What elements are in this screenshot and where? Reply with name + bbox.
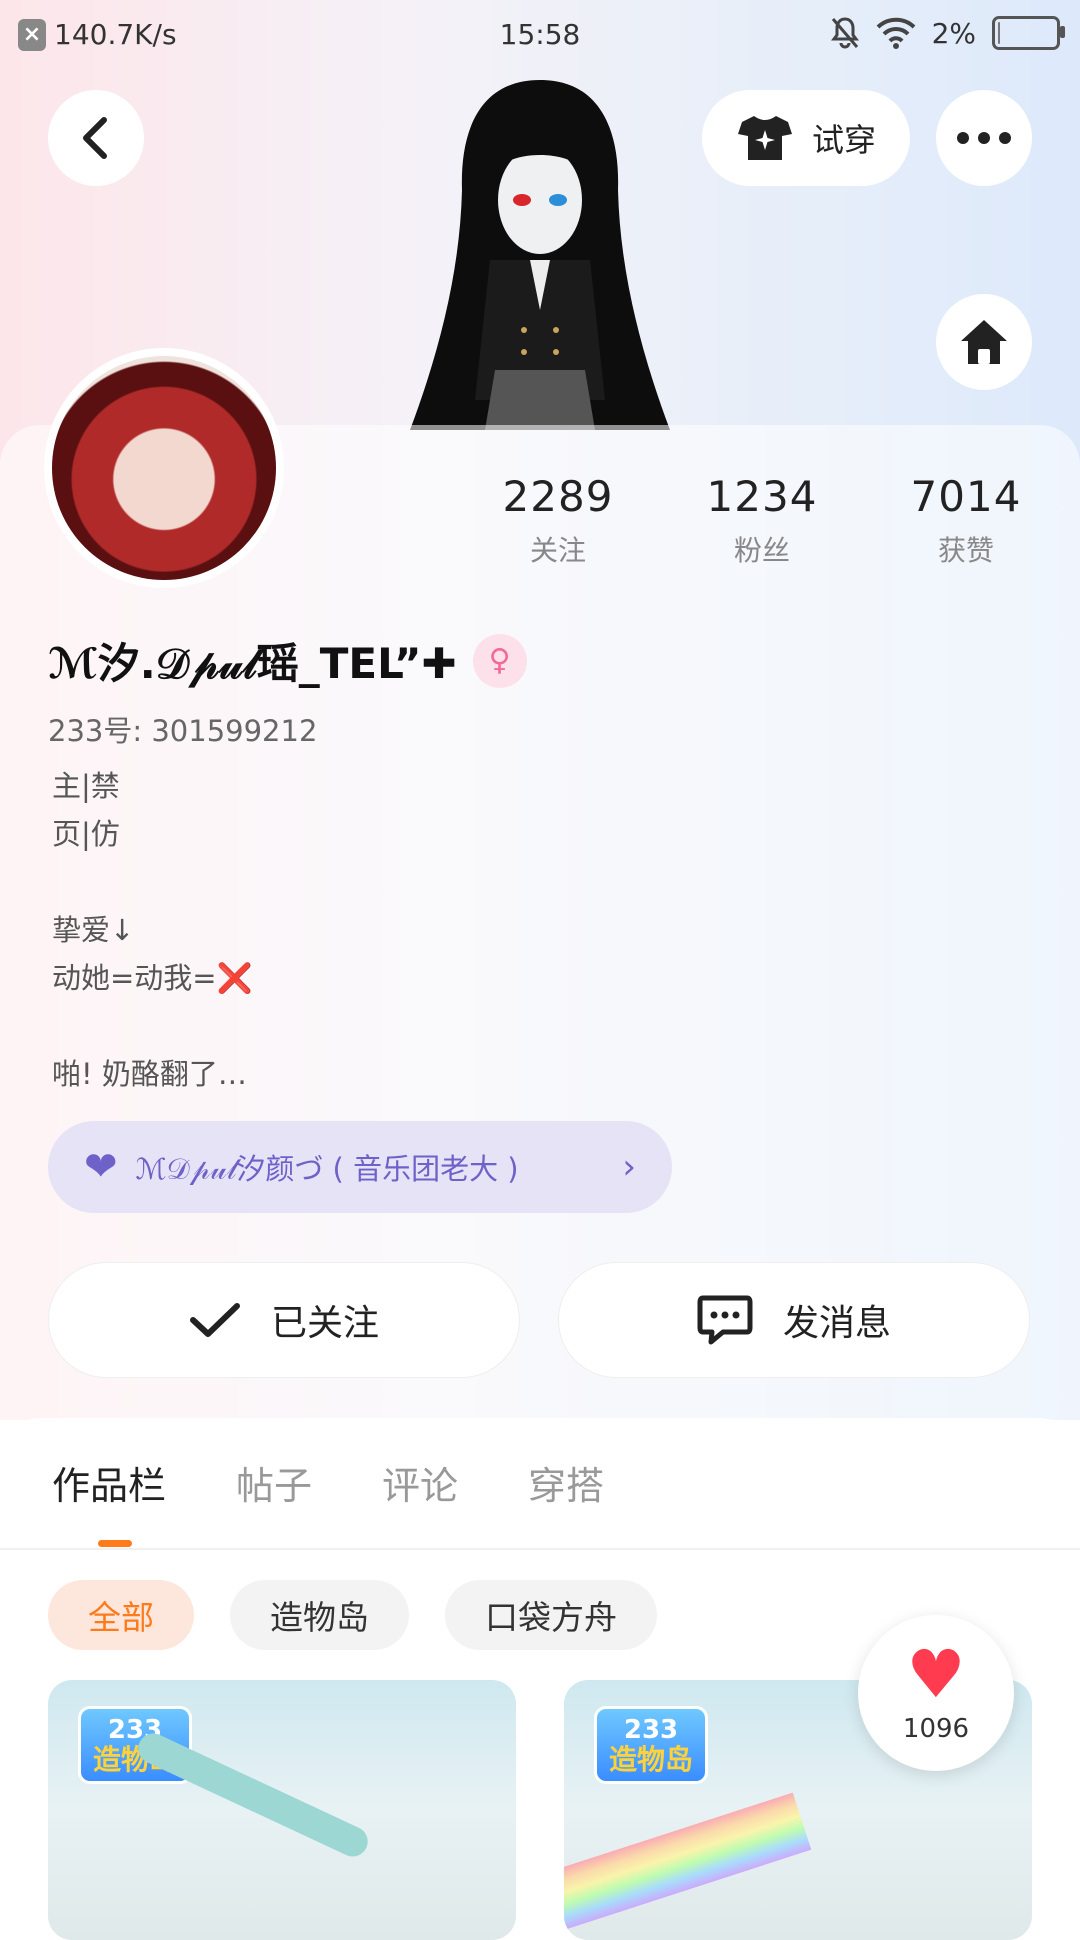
following-label: 关注: [529, 534, 586, 567]
filter-creation-island[interactable]: 造物岛: [230, 1580, 409, 1650]
game-track: [133, 1728, 373, 1862]
double-heart-icon: ❤: [84, 1144, 118, 1190]
filter-pocket-ark[interactable]: 口袋方舟: [445, 1580, 657, 1650]
like-button[interactable]: ♥ 1096: [858, 1615, 1014, 1771]
battery-fill: [998, 22, 1000, 44]
more-dots-icon: [957, 132, 1011, 144]
home-icon: [961, 320, 1007, 364]
game-logo-number: 233: [623, 1715, 679, 1745]
rainbow-track: [564, 1792, 812, 1930]
followed-label: 已关注: [270, 1303, 379, 1344]
stat-followers[interactable]: 1234 粉丝: [682, 472, 842, 569]
mute-bell-icon: [830, 17, 859, 49]
stat-likes[interactable]: 7014 获赞: [886, 472, 1046, 569]
chevron-left-icon: [83, 117, 107, 159]
home-button[interactable]: [936, 294, 1032, 390]
tab-works[interactable]: 作品栏: [52, 1455, 166, 1510]
stat-following[interactable]: 2289 关注: [478, 472, 638, 569]
more-button[interactable]: [936, 90, 1032, 186]
filter-chips: 全部 造物岛 口袋方舟: [48, 1580, 657, 1650]
try-on-label: 试穿: [811, 121, 876, 159]
message-button[interactable]: 发消息: [558, 1262, 1030, 1378]
tab-outfits[interactable]: 穿搭: [528, 1455, 604, 1510]
nickname-row: ℳ汐.𝒟𝓅𝓊𝓁瑶_TEL”✚ ♀: [48, 630, 527, 691]
game-logo-title: 造物岛: [609, 1743, 694, 1776]
nickname: ℳ汐.𝒟𝓅𝓊𝓁瑶_TEL”✚: [48, 639, 457, 688]
tab-comments[interactable]: 评论: [382, 1455, 458, 1510]
game-logo: 233 造物岛: [594, 1706, 709, 1784]
battery-percent: 2%: [931, 16, 976, 50]
tab-indicator: [98, 1540, 132, 1547]
back-button[interactable]: [48, 90, 144, 186]
tabs-divider: [0, 1548, 1080, 1550]
shirt-sparkle-icon: [737, 116, 792, 160]
content-tabs: 作品栏 帖子 评论 穿搭: [52, 1455, 604, 1510]
battery-icon: [992, 16, 1065, 50]
wifi-icon: [876, 17, 915, 49]
followers-label: 粉丝: [733, 534, 790, 567]
user-id: 233号: 301599212: [48, 714, 318, 748]
try-on-button[interactable]: 试穿: [702, 90, 910, 186]
likes-label: 获赞: [937, 534, 994, 567]
followers-count: 1234: [706, 472, 818, 521]
female-gender-icon: ♀: [472, 633, 527, 688]
likes-count: 7014: [910, 472, 1022, 521]
bio-text: 主|禁 页|仿 挚爱↓ 动她=动我=❌ 啪! 奶酪翻了…: [52, 769, 253, 1091]
check-icon: [189, 1303, 240, 1337]
chat-bubble-icon: [697, 1295, 753, 1345]
following-count: 2289: [502, 472, 614, 521]
tab-posts[interactable]: 帖子: [236, 1455, 312, 1510]
avatar[interactable]: [44, 348, 284, 588]
chevron-right-icon: ›: [622, 1147, 636, 1187]
followed-button[interactable]: 已关注: [48, 1262, 520, 1378]
message-label: 发消息: [782, 1303, 891, 1344]
relationship-text: ℳ𝒟𝓅𝓊𝓁汐颜づ ( 音乐团老大 ): [135, 1152, 519, 1186]
work-thumbnail[interactable]: 233 造物岛: [48, 1680, 516, 1940]
like-count: 1096: [902, 1714, 970, 1744]
heart-icon: ♥: [906, 1636, 966, 1713]
filter-all[interactable]: 全部: [48, 1580, 194, 1650]
relationship-card[interactable]: ❤ ℳ𝒟𝓅𝓊𝓁汐颜づ ( 音乐团老大 ) ›: [48, 1121, 672, 1213]
character-figure: [410, 80, 670, 430]
status-bar: × 140.7K/s 15:58 2%: [0, 0, 1080, 70]
